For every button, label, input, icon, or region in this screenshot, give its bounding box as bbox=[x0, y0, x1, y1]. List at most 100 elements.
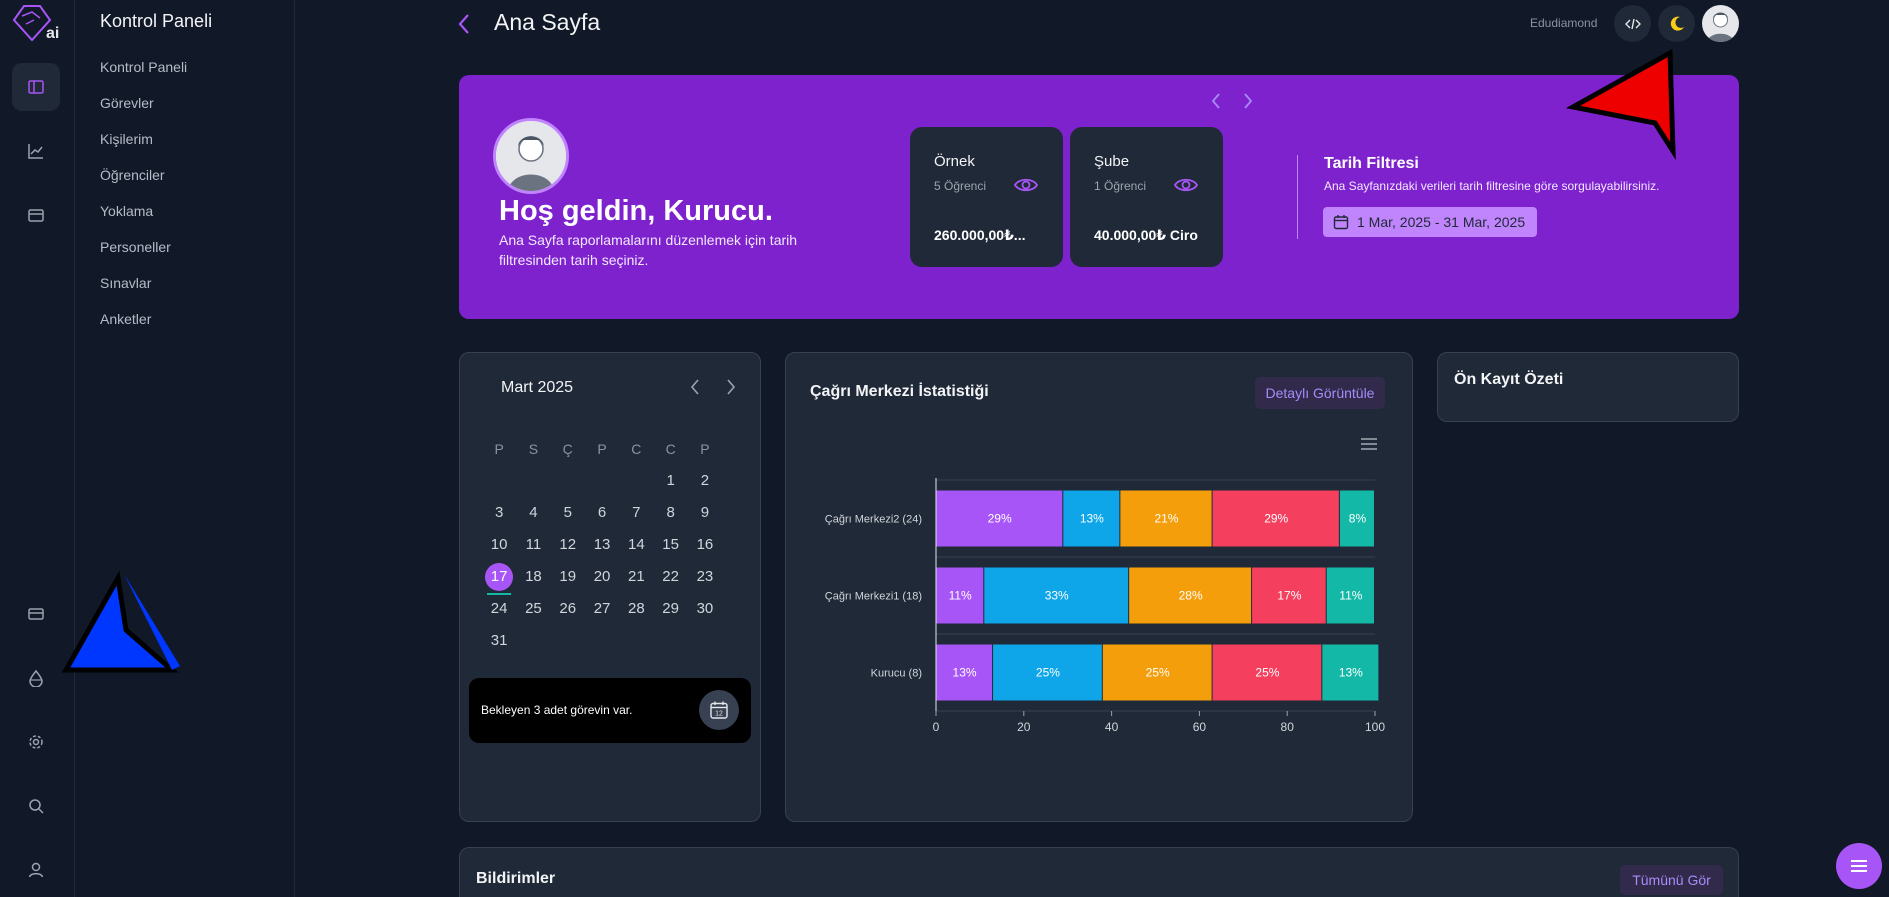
sidebar-item-kontrol-paneli[interactable]: Kontrol Paneli bbox=[100, 57, 187, 93]
calendar-day-number: 7 bbox=[632, 504, 641, 521]
calendar-day[interactable]: 6 bbox=[585, 499, 619, 527]
stat-card-ornek[interactable]: Örnek 5 Öğrenci 260.000,00₺... bbox=[910, 127, 1063, 267]
slider-next-icon[interactable] bbox=[1244, 93, 1253, 109]
weekday-label: P bbox=[597, 441, 607, 457]
eye-icon[interactable] bbox=[1014, 175, 1038, 195]
calendar-day[interactable]: 24 bbox=[482, 595, 516, 623]
drop-rail-button[interactable] bbox=[12, 654, 60, 702]
calendar-day[interactable]: 23 bbox=[688, 563, 722, 591]
see-all-button[interactable]: Tümünü Gör bbox=[1620, 865, 1723, 895]
calendar-day[interactable]: 22 bbox=[653, 563, 687, 591]
sidebar-item-anketler[interactable]: Anketler bbox=[100, 309, 187, 345]
calendar-nav bbox=[690, 379, 736, 395]
data-label: 25% bbox=[1146, 666, 1170, 680]
calendar-day[interactable]: 10 bbox=[482, 531, 516, 559]
dashboard-rail-button[interactable] bbox=[12, 63, 60, 111]
date-range-picker[interactable]: 1 Mar, 2025 - 31 Mar, 2025 bbox=[1323, 207, 1537, 237]
search-icon bbox=[29, 799, 44, 814]
search-rail-button[interactable] bbox=[12, 782, 60, 830]
data-label: 33% bbox=[1045, 589, 1069, 603]
x-tick-label: 60 bbox=[1193, 720, 1207, 734]
weekday-label: Ç bbox=[562, 441, 573, 457]
calendar-day[interactable]: 31 bbox=[482, 627, 516, 655]
settings-rail-button[interactable] bbox=[12, 718, 60, 766]
calendar-day-number: 23 bbox=[696, 568, 714, 585]
calendar-day[interactable]: 8 bbox=[653, 499, 687, 527]
calendar-day[interactable]: 4 bbox=[516, 499, 550, 527]
calendar-day[interactable]: 5 bbox=[551, 499, 585, 527]
calendar-day[interactable]: 2 bbox=[688, 467, 722, 495]
calendar-day[interactable]: 18 bbox=[516, 563, 550, 591]
data-label: 25% bbox=[1036, 666, 1060, 680]
calendar-day[interactable]: 15 bbox=[653, 531, 687, 559]
sidebar-item-gorevler[interactable]: Görevler bbox=[100, 93, 187, 129]
chart-rail-button[interactable] bbox=[12, 127, 60, 175]
calendar-day[interactable]: 28 bbox=[619, 595, 653, 623]
calendar-day[interactable]: 1 bbox=[653, 467, 687, 495]
stat-card-sube[interactable]: Şube 1 Öğrenci 40.000,00₺ Ciro bbox=[1070, 127, 1223, 267]
moon-icon bbox=[1670, 16, 1684, 31]
tasks-calendar-button[interactable]: 12 bbox=[699, 690, 739, 730]
calendar-day[interactable]: 7 bbox=[619, 499, 653, 527]
slider-prev-icon[interactable] bbox=[1211, 93, 1220, 109]
x-tick-label: 20 bbox=[1017, 720, 1031, 734]
calendar-day[interactable]: 9 bbox=[688, 499, 722, 527]
calendar-prev-icon[interactable] bbox=[690, 379, 699, 395]
sidebar-item-kisilerim[interactable]: Kişilerim bbox=[100, 129, 187, 165]
trend-chart-icon bbox=[28, 144, 43, 159]
calendar-day[interactable]: 16 bbox=[688, 531, 722, 559]
calendar-day[interactable]: 27 bbox=[585, 595, 619, 623]
detail-view-button[interactable]: Detaylı Görüntüle bbox=[1255, 377, 1385, 409]
date-filter-subtitle: Ana Sayfanızdaki verileri tarih filtresi… bbox=[1324, 179, 1660, 193]
calendar-day[interactable]: 3 bbox=[482, 499, 516, 527]
calendar-day[interactable]: 17 bbox=[482, 563, 516, 595]
back-arrow-icon[interactable] bbox=[456, 12, 472, 36]
theme-toggle-button[interactable] bbox=[1658, 5, 1695, 42]
wallet-rail-button[interactable] bbox=[12, 191, 60, 239]
calendar-day[interactable]: 14 bbox=[619, 531, 653, 559]
calendar-week: 3 4 5 6 7 8 9 bbox=[482, 497, 726, 529]
calendar-panel: Mart 2025 P S Ç P C C P 1 2 3 4 5 6 7 8 9 10 11 12 13 14 15 16… bbox=[459, 352, 761, 822]
profile-rail-button[interactable] bbox=[12, 846, 60, 894]
sidebar-item-sinavlar[interactable]: Sınavlar bbox=[100, 273, 187, 309]
hamburger-menu-icon[interactable] bbox=[1360, 437, 1378, 451]
weekday-label: P bbox=[494, 441, 504, 457]
data-label: 13% bbox=[1080, 512, 1104, 526]
stat-card-name: Şube bbox=[1094, 153, 1130, 170]
calendar-day[interactable]: 19 bbox=[551, 563, 585, 591]
code-button[interactable] bbox=[1614, 5, 1651, 42]
stat-card-name: Örnek bbox=[934, 153, 975, 170]
calendar-day-number: 3 bbox=[494, 504, 504, 521]
sidebar-item-personeller[interactable]: Personeller bbox=[100, 237, 187, 273]
calendar-day[interactable]: 29 bbox=[653, 595, 687, 623]
calendar-day[interactable]: 26 bbox=[551, 595, 585, 623]
user-avatar[interactable] bbox=[1702, 5, 1739, 42]
calendar-day-number: 11 bbox=[525, 536, 542, 553]
eye-icon[interactable] bbox=[1174, 175, 1198, 195]
pre-register-panel: Ön Kayıt Özeti bbox=[1437, 352, 1739, 422]
sidebar-item-yoklama[interactable]: Yoklama bbox=[100, 201, 187, 237]
calendar-day[interactable]: 13 bbox=[585, 531, 619, 559]
calendar-empty bbox=[551, 627, 585, 655]
data-label: 17% bbox=[1277, 589, 1301, 603]
calendar-day[interactable]: 25 bbox=[516, 595, 550, 623]
calendar-day[interactable]: 21 bbox=[619, 563, 653, 591]
calendar-day[interactable]: 30 bbox=[688, 595, 722, 623]
avatar-icon bbox=[1707, 12, 1734, 42]
sidebar-title: Kontrol Paneli bbox=[100, 11, 213, 31]
card-rail-button[interactable] bbox=[12, 590, 60, 638]
calendar-day-number: 15 bbox=[662, 536, 679, 553]
brand-name: Edudiamond bbox=[1530, 16, 1598, 30]
calendar-day[interactable]: 20 bbox=[585, 563, 619, 591]
calendar-next-icon[interactable] bbox=[727, 379, 736, 395]
floating-menu-button[interactable] bbox=[1836, 843, 1882, 889]
calendar-day-number: 14 bbox=[627, 536, 645, 553]
weekday-label: C bbox=[665, 441, 676, 457]
calendar-day[interactable]: 11 bbox=[516, 531, 550, 559]
logo-icon[interactable]: ai bbox=[10, 2, 62, 42]
calendar-day[interactable]: 12 bbox=[551, 531, 585, 559]
sidebar-item-ogrenciler[interactable]: Öğrenciler bbox=[100, 165, 187, 201]
data-label: 11% bbox=[949, 589, 972, 603]
menu-icon bbox=[1851, 860, 1867, 872]
stat-card-value: 260.000,00₺... bbox=[934, 227, 1026, 243]
